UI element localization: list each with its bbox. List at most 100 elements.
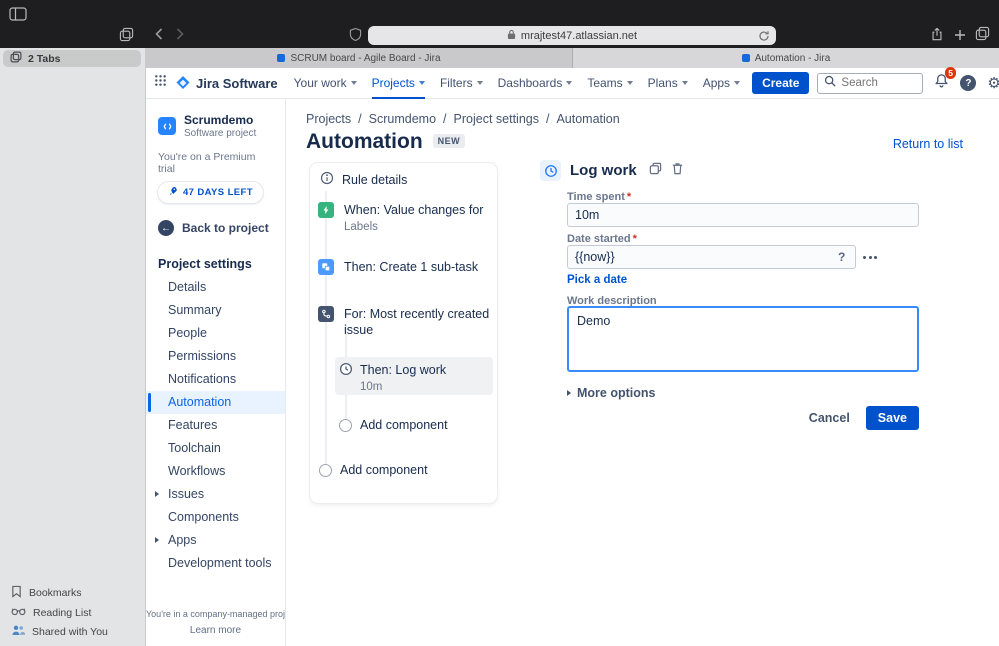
glasses-icon bbox=[11, 606, 26, 619]
time-spent-input[interactable] bbox=[567, 203, 919, 227]
bookmark-icon bbox=[11, 585, 22, 601]
share-icon[interactable] bbox=[930, 26, 944, 42]
chain-item-create-subtask[interactable]: Then: Create 1 sub-task bbox=[318, 259, 493, 275]
jira-header: Jira Software Your work Projects Filters… bbox=[146, 68, 999, 99]
create-button[interactable]: Create bbox=[752, 72, 809, 94]
more-options-toggle[interactable]: More options bbox=[567, 386, 655, 400]
add-component-label: Add component bbox=[360, 418, 448, 432]
breadcrumb-separator: / bbox=[546, 112, 549, 126]
jira-favicon bbox=[742, 54, 750, 62]
log-work-title: Then: Log work bbox=[360, 362, 446, 378]
lock-icon bbox=[507, 27, 516, 45]
sidebar-item-components[interactable]: Components bbox=[146, 506, 285, 529]
tab-label: SCRUM board - Agile Board - Jira bbox=[290, 53, 440, 64]
save-button[interactable]: Save bbox=[866, 406, 919, 430]
pick-a-date-link[interactable]: Pick a date bbox=[567, 274, 627, 286]
main-content: Projects / Scrumdemo / Project settings … bbox=[286, 99, 999, 646]
sidebar-item-apps[interactable]: Apps bbox=[146, 529, 285, 552]
jira-logo[interactable]: Jira Software bbox=[175, 75, 278, 91]
browser-tab-scrum-board[interactable]: SCRUM board - Agile Board - Jira bbox=[146, 48, 573, 68]
browser-sidebar: 2 Tabs Bookmarks Reading List Shared wit… bbox=[0, 48, 146, 646]
reading-list-label: Reading List bbox=[33, 607, 91, 619]
chevron-down-icon bbox=[351, 81, 357, 85]
search-box[interactable] bbox=[817, 73, 923, 94]
back-to-project-label: Back to project bbox=[182, 221, 269, 235]
nav-dashboards[interactable]: Dashboards bbox=[498, 68, 573, 99]
rule-details-label: Rule details bbox=[342, 173, 407, 187]
add-component-root[interactable]: Add component bbox=[319, 463, 428, 477]
new-tab-icon[interactable] bbox=[954, 29, 966, 41]
notifications-button[interactable]: 5 bbox=[934, 73, 949, 93]
back-icon[interactable] bbox=[155, 28, 163, 40]
sidebar-item-workflows[interactable]: Workflows bbox=[146, 460, 285, 483]
nav-projects[interactable]: Projects bbox=[372, 68, 425, 99]
browser-tab-automation[interactable]: Automation - Jira bbox=[573, 48, 999, 68]
add-component-icon bbox=[339, 419, 352, 432]
app-switcher-icon[interactable] bbox=[154, 74, 167, 92]
sidebar-toggle-icon[interactable] bbox=[9, 7, 27, 21]
subtask-icon bbox=[318, 259, 334, 275]
sidebar-item-details[interactable]: Details bbox=[146, 276, 285, 299]
tab-overview-icon[interactable] bbox=[975, 26, 990, 41]
rule-details-item[interactable]: Rule details bbox=[320, 171, 407, 188]
sidebar-item-issues[interactable]: Issues bbox=[146, 483, 285, 506]
managed-project-note: You're in a company-managed project bbox=[146, 609, 285, 619]
sidebar-item-summary[interactable]: Summary bbox=[146, 299, 285, 322]
breadcrumb-automation[interactable]: Automation bbox=[556, 112, 619, 126]
work-description-textarea[interactable]: Demo bbox=[567, 306, 919, 372]
chevron-right-icon bbox=[155, 491, 159, 497]
forward-icon[interactable] bbox=[176, 28, 184, 40]
bookmarks-item[interactable]: Bookmarks bbox=[11, 585, 108, 601]
trigger-icon bbox=[318, 202, 334, 218]
settings-gear-icon[interactable]: ⚙ bbox=[987, 76, 999, 91]
reading-list-item[interactable]: Reading List bbox=[11, 606, 108, 619]
url-bar[interactable]: mrajtest47.atlassian.net bbox=[368, 26, 776, 45]
nav-your-work[interactable]: Your work bbox=[294, 68, 357, 99]
nav-filters[interactable]: Filters bbox=[440, 68, 483, 99]
learn-more-link[interactable]: Learn more bbox=[146, 625, 285, 636]
primary-nav: Your work Projects Filters Dashboards Te… bbox=[294, 68, 740, 99]
help-icon[interactable]: ? bbox=[960, 75, 976, 91]
add-component-label: Add component bbox=[340, 463, 428, 477]
trash-icon[interactable] bbox=[671, 162, 684, 180]
reload-icon[interactable] bbox=[758, 29, 770, 47]
page-title: Automation bbox=[306, 130, 423, 154]
required-asterisk: * bbox=[627, 191, 631, 203]
add-component-nested[interactable]: Add component bbox=[339, 418, 448, 432]
search-input[interactable] bbox=[841, 77, 916, 89]
cancel-button[interactable]: Cancel bbox=[799, 406, 860, 430]
sidebar-item-toolchain[interactable]: Toolchain bbox=[146, 437, 285, 460]
sidebar-item-automation[interactable]: Automation bbox=[146, 391, 285, 414]
sidebar-item-notifications[interactable]: Notifications bbox=[146, 368, 285, 391]
trial-days-button[interactable]: 47 DAYS LEFT bbox=[158, 182, 263, 203]
breadcrumb-project-settings[interactable]: Project settings bbox=[454, 112, 539, 126]
nav-teams[interactable]: Teams bbox=[587, 68, 632, 99]
duplicate-tab-icon[interactable] bbox=[119, 27, 134, 42]
sidebar-item-people[interactable]: People bbox=[146, 322, 285, 345]
more-actions-icon[interactable] bbox=[860, 248, 880, 266]
rule-chain-card: Rule details When: Value changes for Lab… bbox=[310, 163, 497, 503]
sidebar-item-features[interactable]: Features bbox=[146, 414, 285, 437]
chain-item-branch[interactable]: For: Most recently created issue bbox=[318, 306, 493, 339]
sidebar-item-development-tools[interactable]: Development tools bbox=[146, 552, 285, 575]
breadcrumb-projects[interactable]: Projects bbox=[306, 112, 351, 126]
chain-item-log-work[interactable]: Then: Log work 10m bbox=[339, 362, 446, 393]
copy-icon[interactable] bbox=[649, 162, 662, 180]
nav-apps[interactable]: Apps bbox=[703, 68, 740, 99]
project-name: Scrumdemo bbox=[184, 113, 256, 127]
clock-icon bbox=[339, 362, 353, 381]
privacy-shield-icon[interactable] bbox=[349, 27, 362, 42]
back-to-project[interactable]: ← Back to project bbox=[146, 211, 285, 245]
smart-value-help-icon[interactable]: ? bbox=[838, 250, 845, 264]
breadcrumb-scrumdemo[interactable]: Scrumdemo bbox=[369, 112, 436, 126]
sidebar-tab-group[interactable]: 2 Tabs bbox=[3, 50, 141, 67]
chevron-down-icon bbox=[419, 81, 425, 85]
date-started-label: Date started* bbox=[567, 233, 637, 245]
breadcrumb: Projects / Scrumdemo / Project settings … bbox=[306, 112, 620, 126]
shared-with-you-item[interactable]: Shared with You bbox=[11, 624, 108, 639]
return-to-list-link[interactable]: Return to list bbox=[893, 137, 963, 151]
date-started-input[interactable] bbox=[567, 245, 856, 269]
sidebar-item-permissions[interactable]: Permissions bbox=[146, 345, 285, 368]
chain-item-trigger[interactable]: When: Value changes for Labels bbox=[318, 202, 493, 233]
nav-plans[interactable]: Plans bbox=[648, 68, 688, 99]
